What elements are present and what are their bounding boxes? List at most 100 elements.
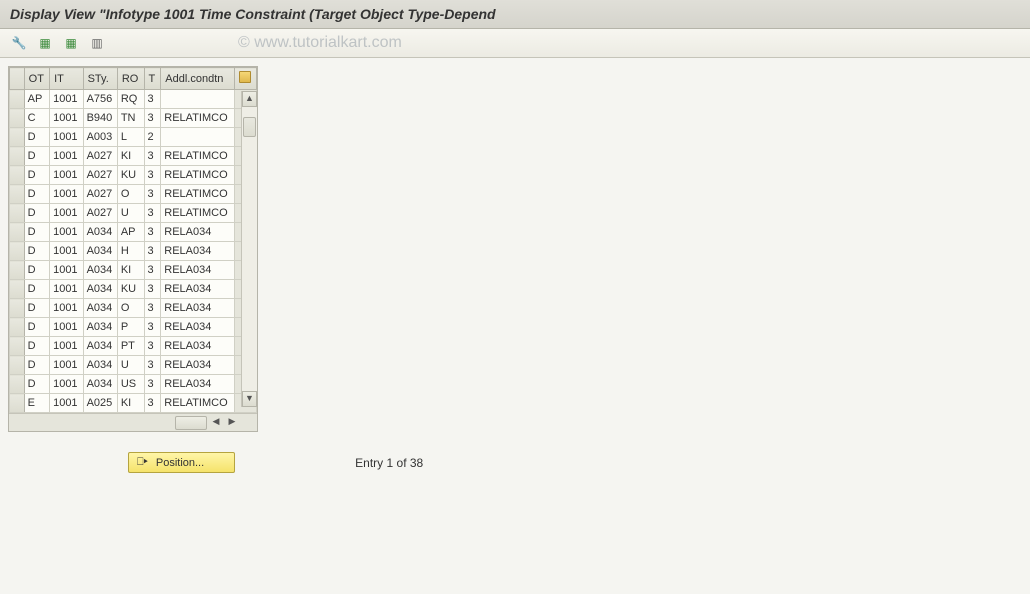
row-selector[interactable] <box>10 299 25 318</box>
cell-sty[interactable]: A034 <box>83 375 117 394</box>
row-selector[interactable] <box>10 223 25 242</box>
cell-t[interactable]: 3 <box>144 394 161 413</box>
table-row[interactable]: AP1001A756RQ3 <box>10 90 257 109</box>
cell-ro[interactable]: U <box>117 204 144 223</box>
cell-ro[interactable]: H <box>117 242 144 261</box>
cell-t[interactable]: 3 <box>144 223 161 242</box>
cell-sty[interactable]: A034 <box>83 280 117 299</box>
cell-ot[interactable]: D <box>24 128 49 147</box>
cell-it[interactable]: 1001 <box>50 109 84 128</box>
cell-addl[interactable]: RELA034 <box>161 223 235 242</box>
cell-ro[interactable]: O <box>117 185 144 204</box>
cell-addl[interactable]: RELA034 <box>161 337 235 356</box>
cell-it[interactable]: 1001 <box>50 299 84 318</box>
cell-addl[interactable]: RELA034 <box>161 242 235 261</box>
select-block-button[interactable]: ▦ <box>60 33 82 53</box>
cell-ro[interactable]: L <box>117 128 144 147</box>
cell-ot[interactable]: D <box>24 280 49 299</box>
cell-ot[interactable]: D <box>24 185 49 204</box>
cell-t[interactable]: 3 <box>144 299 161 318</box>
cell-sty[interactable]: A034 <box>83 242 117 261</box>
cell-ro[interactable]: US <box>117 375 144 394</box>
cell-sty[interactable]: A027 <box>83 185 117 204</box>
cell-ro[interactable]: O <box>117 299 144 318</box>
cell-addl[interactable]: RELATIMCO <box>161 394 235 413</box>
row-selector[interactable] <box>10 128 25 147</box>
cell-it[interactable]: 1001 <box>50 223 84 242</box>
cell-it[interactable]: 1001 <box>50 375 84 394</box>
table-row[interactable]: D1001A027KI3RELATIMCO <box>10 147 257 166</box>
table-row[interactable]: D1001A034AP3RELA034 <box>10 223 257 242</box>
cell-it[interactable]: 1001 <box>50 242 84 261</box>
table-row[interactable]: D1001A034U3RELA034 <box>10 356 257 375</box>
row-selector[interactable] <box>10 109 25 128</box>
col-header-addl[interactable]: Addl.condtn <box>161 68 235 90</box>
cell-sty[interactable]: A034 <box>83 261 117 280</box>
table-row[interactable]: D1001A003L2 <box>10 128 257 147</box>
table-row[interactable]: D1001A027U3RELATIMCO <box>10 204 257 223</box>
col-config[interactable] <box>234 68 256 90</box>
cell-ot[interactable]: AP <box>24 90 49 109</box>
select-all-button[interactable]: ▦ <box>34 33 56 53</box>
cell-ro[interactable]: KI <box>117 261 144 280</box>
row-selector[interactable] <box>10 242 25 261</box>
col-header-it[interactable]: IT <box>50 68 84 90</box>
row-selector[interactable] <box>10 166 25 185</box>
cell-it[interactable]: 1001 <box>50 166 84 185</box>
cell-addl[interactable] <box>161 90 235 109</box>
hscroll-right-button[interactable]: ▶ <box>225 416 239 430</box>
row-selector[interactable] <box>10 261 25 280</box>
row-selector[interactable] <box>10 280 25 299</box>
cell-sty[interactable]: A003 <box>83 128 117 147</box>
cell-t[interactable]: 3 <box>144 261 161 280</box>
hscroll-left-button[interactable]: ◀ <box>209 416 223 430</box>
col-header-ro[interactable]: RO <box>117 68 144 90</box>
cell-sty[interactable]: A034 <box>83 299 117 318</box>
scroll-up-button[interactable]: ▲ <box>242 91 257 107</box>
cell-it[interactable]: 1001 <box>50 337 84 356</box>
table-row[interactable]: D1001A034P3RELA034 <box>10 318 257 337</box>
cell-t[interactable]: 3 <box>144 356 161 375</box>
cell-ro[interactable]: KU <box>117 166 144 185</box>
deselect-button[interactable]: ▥ <box>86 33 108 53</box>
table-row[interactable]: C1001B940TN3RELATIMCO <box>10 109 257 128</box>
cell-t[interactable]: 3 <box>144 109 161 128</box>
cell-ro[interactable]: KI <box>117 147 144 166</box>
cell-ro[interactable]: RQ <box>117 90 144 109</box>
cell-sty[interactable]: B940 <box>83 109 117 128</box>
cell-addl[interactable]: RELATIMCO <box>161 147 235 166</box>
table-row[interactable]: D1001A034H3RELA034 <box>10 242 257 261</box>
toggle-display-button[interactable]: 🔧 <box>8 33 30 53</box>
scroll-track[interactable] <box>242 107 257 391</box>
cell-it[interactable]: 1001 <box>50 90 84 109</box>
cell-addl[interactable]: RELA034 <box>161 356 235 375</box>
cell-it[interactable]: 1001 <box>50 356 84 375</box>
cell-ot[interactable]: C <box>24 109 49 128</box>
cell-it[interactable]: 1001 <box>50 147 84 166</box>
cell-addl[interactable]: RELA034 <box>161 299 235 318</box>
cell-sty[interactable]: A756 <box>83 90 117 109</box>
cell-t[interactable]: 3 <box>144 166 161 185</box>
cell-addl[interactable]: RELATIMCO <box>161 109 235 128</box>
cell-sty[interactable]: A034 <box>83 318 117 337</box>
cell-ro[interactable]: P <box>117 318 144 337</box>
cell-it[interactable]: 1001 <box>50 261 84 280</box>
cell-sty[interactable]: A027 <box>83 166 117 185</box>
cell-ot[interactable]: D <box>24 261 49 280</box>
cell-ot[interactable]: D <box>24 356 49 375</box>
cell-sty[interactable]: A034 <box>83 337 117 356</box>
cell-sty[interactable]: A034 <box>83 356 117 375</box>
cell-ot[interactable]: D <box>24 337 49 356</box>
cell-t[interactable]: 2 <box>144 128 161 147</box>
horizontal-scrollbar[interactable]: ◀ ▶ <box>9 413 257 431</box>
cell-t[interactable]: 3 <box>144 147 161 166</box>
cell-addl[interactable]: RELATIMCO <box>161 204 235 223</box>
row-selector[interactable] <box>10 394 25 413</box>
table-row[interactable]: D1001A034KI3RELA034 <box>10 261 257 280</box>
cell-t[interactable]: 3 <box>144 318 161 337</box>
cell-ro[interactable]: AP <box>117 223 144 242</box>
cell-ro[interactable]: U <box>117 356 144 375</box>
cell-ot[interactable]: D <box>24 375 49 394</box>
cell-ot[interactable]: D <box>24 318 49 337</box>
table-row[interactable]: E1001A025KI3RELATIMCO <box>10 394 257 413</box>
